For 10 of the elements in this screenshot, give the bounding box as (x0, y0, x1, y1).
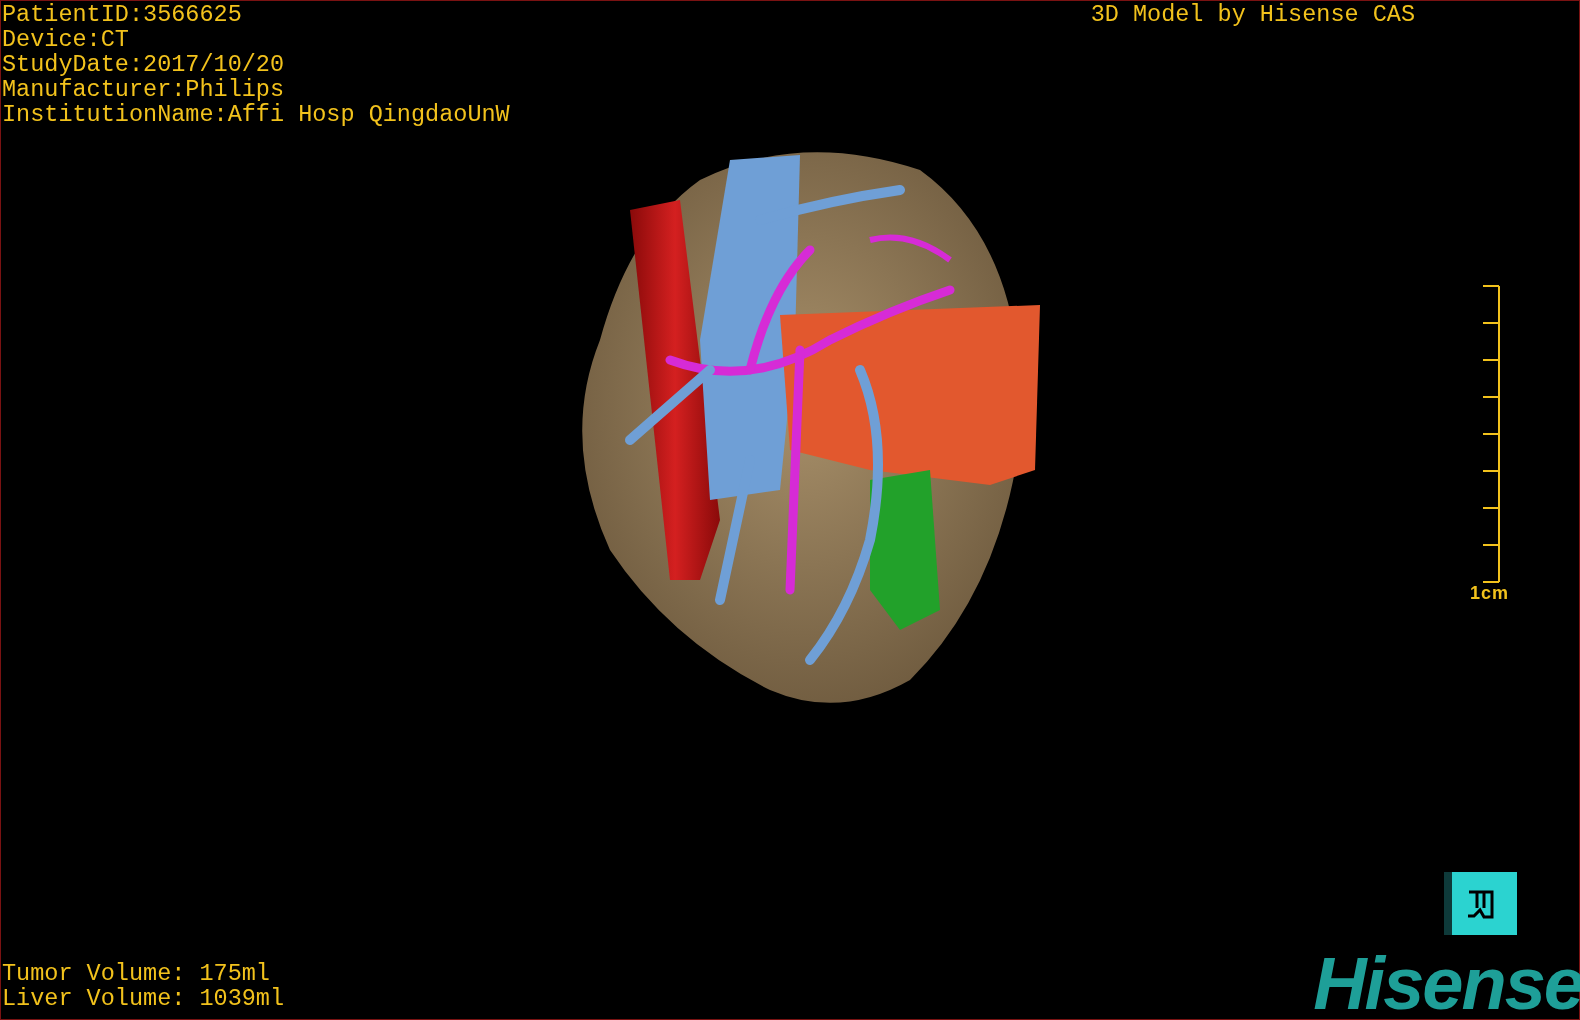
orientation-icon[interactable] (1444, 872, 1517, 935)
patient-info-text: PatientID:3566625 (2, 2, 242, 27)
model-title: 3D Model by Hisense CAS (1090, 2, 1415, 27)
patient-info-text: Device:CT (2, 27, 129, 52)
patient-info-text: InstitutionName:Affi Hosp QingdaoUnW (2, 102, 510, 127)
patient-info-text: StudyDate:2017/10/20 (2, 52, 285, 77)
volume-text: Liver Volume: 1039ml (2, 986, 285, 1011)
scale-label: 1cm (1469, 583, 1509, 604)
patient-info-text: Manufacturer:Philips (2, 77, 285, 102)
volume-text: Tumor Volume: 175ml (2, 961, 270, 986)
